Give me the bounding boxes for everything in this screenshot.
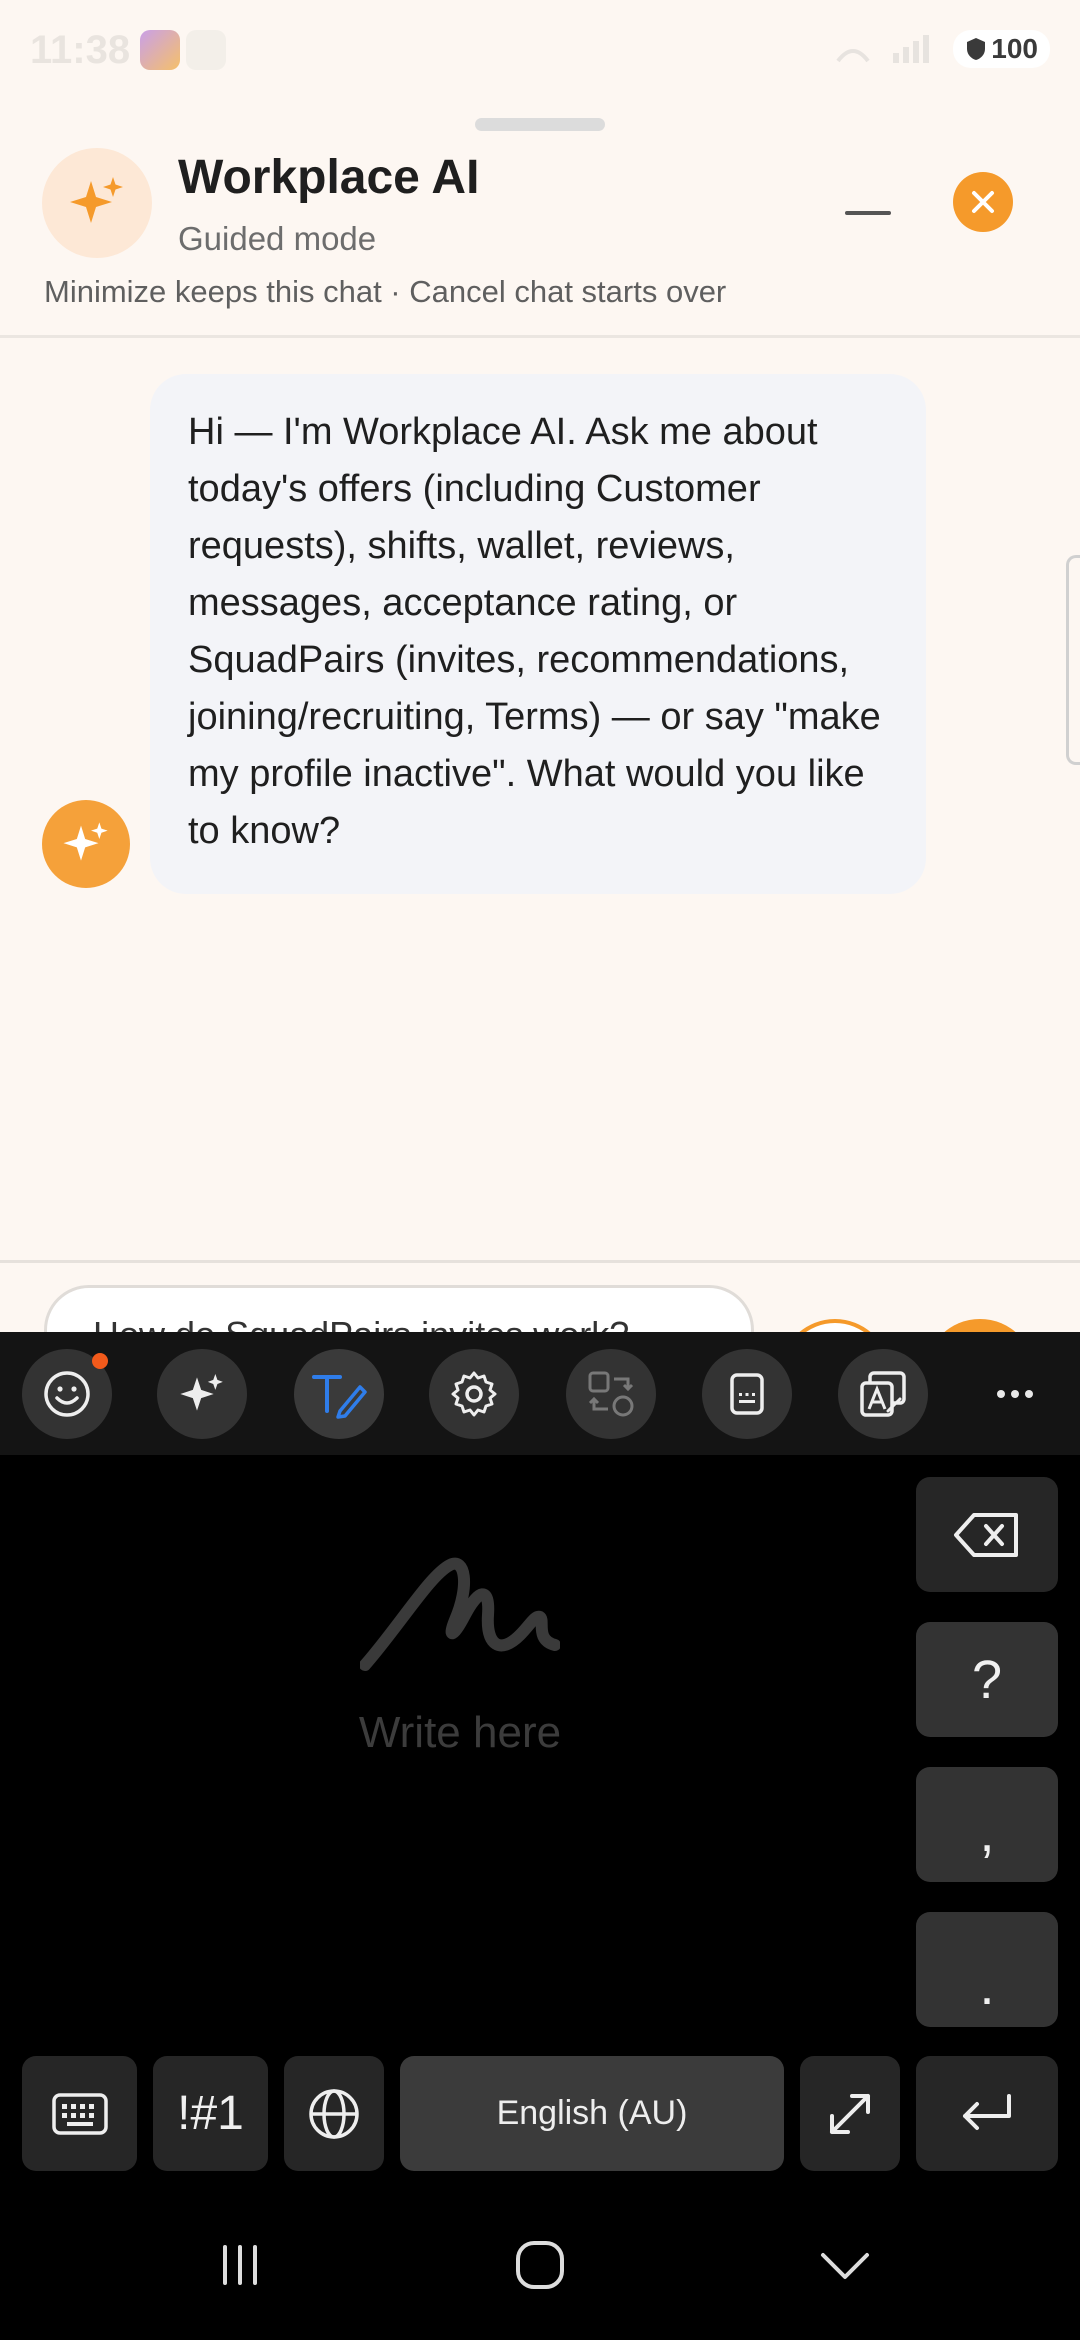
shield-icon — [967, 38, 986, 60]
composer-bar: How do SquadPairs invites work? — [0, 1260, 1080, 1332]
status-notification-icons — [140, 30, 226, 70]
system-navigation-bar — [0, 2190, 1080, 2340]
keyboard-switch-key[interactable] — [22, 2056, 137, 2171]
chevron-down-icon — [821, 2253, 869, 2279]
bot-avatar — [42, 800, 130, 888]
bot-message-bubble: Hi — I'm Workplace AI. Ask me about toda… — [150, 374, 926, 894]
chat-header: Workplace AI Guided mode Minimize keeps … — [0, 140, 1080, 338]
battery-level: 100 — [991, 33, 1038, 64]
mic-button[interactable] — [780, 1319, 890, 1332]
backspace-key[interactable] — [916, 1477, 1058, 1592]
chat-title: Workplace AI — [178, 151, 480, 204]
handwriting-button[interactable] — [294, 1349, 384, 1439]
send-button[interactable] — [925, 1319, 1035, 1332]
recent-apps-button[interactable] — [195, 2230, 285, 2300]
sheet-drag-handle[interactable] — [475, 118, 605, 131]
camera-notification-icon — [186, 30, 226, 70]
battery-indicator: 100 — [953, 30, 1050, 68]
hide-keyboard-button[interactable] — [800, 2230, 890, 2300]
status-bar: 11:38 100 — [0, 0, 1080, 100]
chat-mode-label: Guided mode — [178, 220, 377, 257]
notification-dot — [92, 1353, 108, 1369]
globe-icon — [309, 2088, 359, 2139]
comma-key[interactable]: , — [916, 1767, 1058, 1882]
emoji-icon — [44, 1371, 90, 1417]
ai-logo — [42, 148, 152, 258]
sparkle-icon — [70, 177, 123, 223]
keyboard-mode-icon — [730, 1373, 764, 1415]
text-scan-icon — [860, 1371, 906, 1417]
space-key-label: English (AU) — [496, 2094, 688, 2132]
expand-icon — [830, 2093, 870, 2134]
edge-panel-handle[interactable] — [1066, 555, 1080, 765]
enter-key[interactable] — [916, 2056, 1058, 2171]
message-input[interactable]: How do SquadPairs invites work? — [44, 1285, 754, 1332]
home-button[interactable] — [495, 2230, 585, 2300]
status-right-group: 100 — [833, 30, 1050, 68]
handwriting-icon — [312, 1375, 367, 1419]
text-recognition-button[interactable] — [838, 1349, 928, 1439]
app-notification-icon — [140, 30, 180, 70]
ai-tools-button[interactable] — [157, 1349, 247, 1439]
samsung-keyboard: Write here ? , . !#1 English (AU) — [0, 1332, 1080, 2340]
chat-hint: Minimize keeps this chat · Cancel chat s… — [44, 274, 727, 309]
sparkle-icon — [180, 1374, 223, 1411]
keyboard-toolbar — [0, 1332, 1080, 1455]
recent-apps-icon — [223, 2245, 257, 2285]
gear-icon — [451, 1371, 497, 1417]
close-icon — [972, 191, 994, 213]
sparkle-icon — [63, 822, 108, 861]
home-icon — [516, 2241, 564, 2289]
minimize-button[interactable] — [845, 198, 895, 228]
status-time: 11:38 — [30, 28, 131, 72]
more-icon — [997, 1390, 1005, 1398]
period-key[interactable]: . — [916, 1912, 1058, 2027]
minimize-icon — [845, 211, 891, 215]
one-handed-button[interactable] — [702, 1349, 792, 1439]
language-key[interactable] — [284, 2056, 384, 2171]
handwriting-canvas[interactable]: Write here — [0, 1455, 910, 2045]
question-mark-key[interactable]: ? — [916, 1622, 1058, 1737]
symbols-key[interactable]: !#1 — [153, 2056, 268, 2171]
enter-icon — [963, 2093, 1011, 2130]
expand-key[interactable] — [800, 2056, 900, 2171]
keyboard-settings-button[interactable] — [429, 1349, 519, 1439]
handwriting-placeholder: Write here — [358, 1708, 562, 1757]
cancel-chat-button[interactable] — [953, 172, 1013, 232]
convert-icon — [588, 1371, 634, 1417]
keyboard-icon — [51, 2092, 108, 2135]
signal-icon — [836, 35, 930, 63]
emoji-button[interactable] — [22, 1349, 112, 1439]
symbols-key-label: !#1 — [177, 2087, 244, 2140]
more-options-button[interactable] — [985, 1349, 1045, 1439]
handwriting-glyph-icon — [360, 1557, 560, 1671]
translate-button[interactable] — [566, 1349, 656, 1439]
backspace-icon — [954, 1512, 1018, 1557]
space-key[interactable]: English (AU) — [400, 2056, 784, 2171]
chat-messages[interactable]: Hi — I'm Workplace AI. Ask me about toda… — [0, 340, 1080, 1260]
